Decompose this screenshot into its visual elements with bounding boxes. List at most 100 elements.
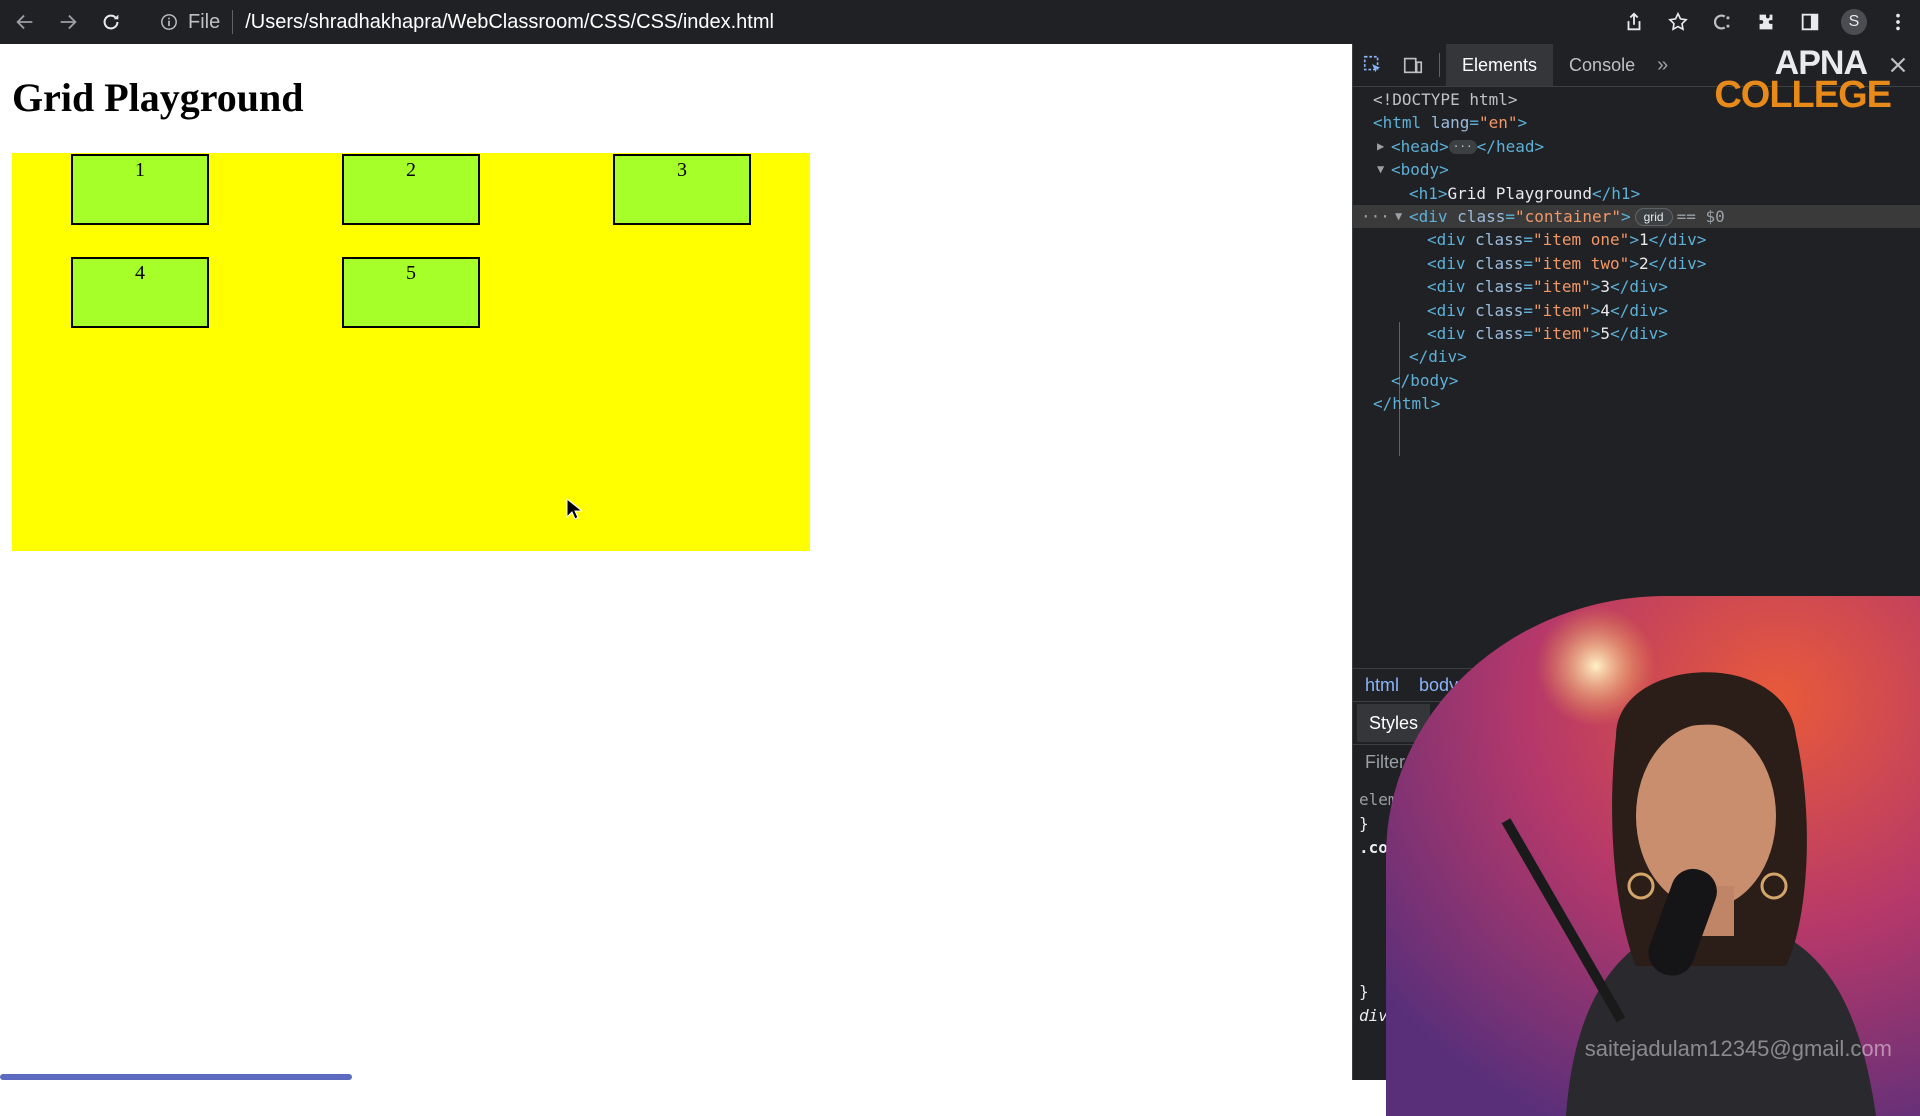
more-tabs-icon[interactable]: » <box>1651 54 1674 77</box>
tag-close-bracket: > <box>1629 230 1639 250</box>
equals-sign: = <box>1523 253 1533 273</box>
div-close-tag: </div> <box>1610 323 1668 343</box>
star-icon <box>1668 11 1688 31</box>
lang-value: "en" <box>1478 113 1518 133</box>
url-text[interactable]: /Users/shradhakhapra/WebClassroom/CSS/CS… <box>245 11 774 34</box>
div-open-tag: <div <box>1427 230 1466 250</box>
dom-node-h1[interactable]: <h1>Grid Playground</h1> <box>1353 182 1920 205</box>
breadcrumb-html[interactable]: html <box>1365 675 1399 696</box>
grid-item-4: 4 <box>71 257 209 328</box>
grid-badge[interactable]: grid <box>1634 208 1673 227</box>
class-value: "item" <box>1532 277 1591 297</box>
h1-text: Grid Playground <box>1447 183 1593 203</box>
tab-separator <box>1439 53 1440 77</box>
grid-item-5: 5 <box>342 257 480 328</box>
share-icon <box>1627 12 1641 31</box>
expand-triangle-icon[interactable]: ▶ <box>1377 135 1384 158</box>
kebab-menu-icon <box>1896 13 1900 31</box>
class-attr: class <box>1475 277 1524 297</box>
inspect-icon <box>1363 55 1381 73</box>
lang-attr: lang <box>1430 113 1470 133</box>
row-options-icon[interactable]: ··· <box>1361 205 1390 228</box>
div-close-tag: </div> <box>1648 230 1707 250</box>
node-text: 1 <box>1638 230 1649 250</box>
info-icon[interactable] <box>160 13 178 31</box>
devtools-tabbar: Elements Console » APNA COLLEGE <box>1353 44 1920 116</box>
dom-node-html[interactable]: <html lang="en"> <box>1353 111 1920 134</box>
styles-filter-input[interactable]: Filter <box>1365 752 1405 773</box>
collapse-triangle-icon[interactable]: ▼ <box>1377 158 1384 181</box>
head-close-tag: </head> <box>1476 136 1545 156</box>
class-value: "item" <box>1532 300 1591 320</box>
html-open-tag: <html <box>1373 113 1422 133</box>
equals-sign: = <box>1523 277 1533 297</box>
dom-node-item[interactable]: <div class="item">3</div> <box>1353 275 1920 298</box>
extension-button[interactable] <box>1700 0 1744 44</box>
node-text: 4 <box>1600 300 1611 320</box>
dom-node-item[interactable]: <div class="item one">1</div> <box>1353 228 1920 251</box>
dom-node-body-close[interactable]: </body> <box>1353 369 1920 392</box>
puzzle-icon <box>1759 14 1773 30</box>
dom-node-item[interactable]: <div class="item two">2</div> <box>1353 252 1920 275</box>
div-close-tag: </div> <box>1409 347 1467 367</box>
div-open-tag: <div <box>1427 323 1466 343</box>
selected-marker: == $0 <box>1676 206 1725 226</box>
dom-node-body[interactable]: ▼ <body> <box>1353 158 1920 181</box>
dom-node-head[interactable]: ▶ <head> ··· </head> <box>1353 135 1920 158</box>
node-text: 2 <box>1638 253 1649 273</box>
browser-toolbar: File /Users/shradhakhapra/WebClassroom/C… <box>0 0 1920 44</box>
bookmark-button[interactable] <box>1656 0 1700 44</box>
class-value: "item two" <box>1532 253 1630 273</box>
equals-sign: = <box>1523 300 1533 320</box>
toolbar-actions: S <box>1612 0 1920 44</box>
url-separator <box>232 10 234 34</box>
class-value: "item" <box>1532 323 1591 343</box>
extensions-button[interactable] <box>1744 0 1788 44</box>
tab-elements[interactable]: Elements <box>1446 44 1554 86</box>
mouse-cursor-icon <box>566 498 582 520</box>
class-value: "item one" <box>1532 230 1630 250</box>
reload-button[interactable] <box>93 4 129 40</box>
forward-button[interactable] <box>50 4 86 40</box>
grid-item-2: 2 <box>342 154 480 225</box>
page-viewport: Grid Playground 1 2 3 4 5 <box>0 44 1352 1080</box>
tag-close-bracket: > <box>1590 277 1601 297</box>
div-close-tag: </div> <box>1610 300 1668 320</box>
collapse-triangle-icon[interactable]: ▼ <box>1395 205 1402 228</box>
dom-node-doctype[interactable]: <!DOCTYPE html> <box>1353 88 1920 111</box>
profile-button[interactable]: S <box>1832 0 1876 44</box>
dom-node-container-close[interactable]: </div> <box>1353 345 1920 368</box>
dom-node-container[interactable]: ··· ▼ <div class="container"> grid == $0 <box>1353 204 1920 229</box>
inspect-element-button[interactable] <box>1353 44 1393 86</box>
div-open-tag: <div <box>1409 206 1448 226</box>
div-close-tag: </div> <box>1610 277 1668 297</box>
device-toolbar-button[interactable] <box>1393 44 1433 86</box>
dom-node-item[interactable]: <div class="item">4</div> <box>1353 299 1920 322</box>
div-open-tag: <div <box>1427 300 1466 320</box>
class-attr: class <box>1475 230 1524 250</box>
side-panel-icon <box>1801 13 1819 31</box>
share-button[interactable] <box>1612 0 1656 44</box>
extension-c-icon <box>1714 14 1730 30</box>
class-value: "container" <box>1514 206 1621 226</box>
tag-close-bracket: > <box>1629 253 1639 273</box>
dom-node-html-close[interactable]: </html> <box>1353 392 1920 415</box>
address-bar[interactable]: File /Users/shradhakhapra/WebClassroom/C… <box>148 6 1600 38</box>
node-text: 5 <box>1600 323 1611 343</box>
file-scheme-label: File <box>188 10 221 33</box>
back-button[interactable] <box>7 4 43 40</box>
tab-console[interactable]: Console <box>1553 44 1651 86</box>
tag-close-bracket: > <box>1620 206 1631 226</box>
body-close-tag: </body> <box>1391 370 1459 390</box>
collapsed-ellipsis-badge[interactable]: ··· <box>1448 140 1477 155</box>
grid-item-3: 3 <box>613 154 751 225</box>
class-attr: class <box>1475 253 1524 273</box>
dom-node-item[interactable]: <div class="item">5</div> <box>1353 322 1920 345</box>
class-attr: class <box>1475 323 1524 343</box>
close-icon[interactable] <box>1885 52 1911 78</box>
back-arrow-icon <box>16 14 33 30</box>
tag-close-bracket: > <box>1517 113 1528 133</box>
horizontal-scrollbar[interactable] <box>0 1074 352 1080</box>
menu-button[interactable] <box>1876 0 1920 44</box>
side-panel-button[interactable] <box>1788 0 1832 44</box>
